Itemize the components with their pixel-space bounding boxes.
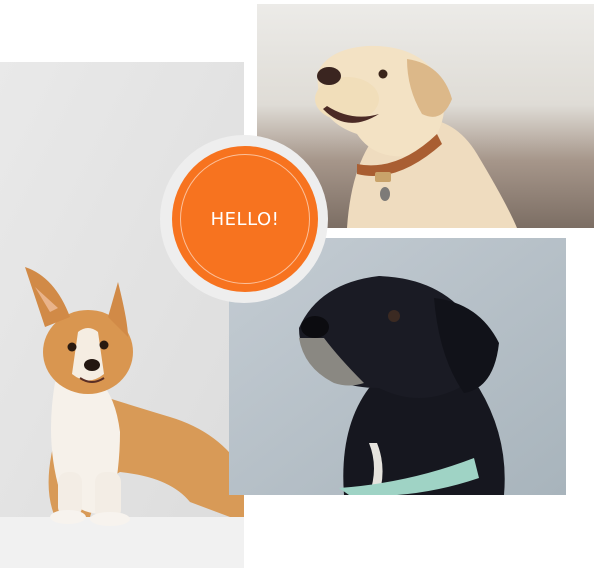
corgi-photo	[0, 62, 244, 568]
corgi-illustration	[0, 62, 244, 568]
hello-badge-text: HELLO!	[210, 208, 280, 230]
hello-badge: HELLO!	[172, 146, 318, 292]
